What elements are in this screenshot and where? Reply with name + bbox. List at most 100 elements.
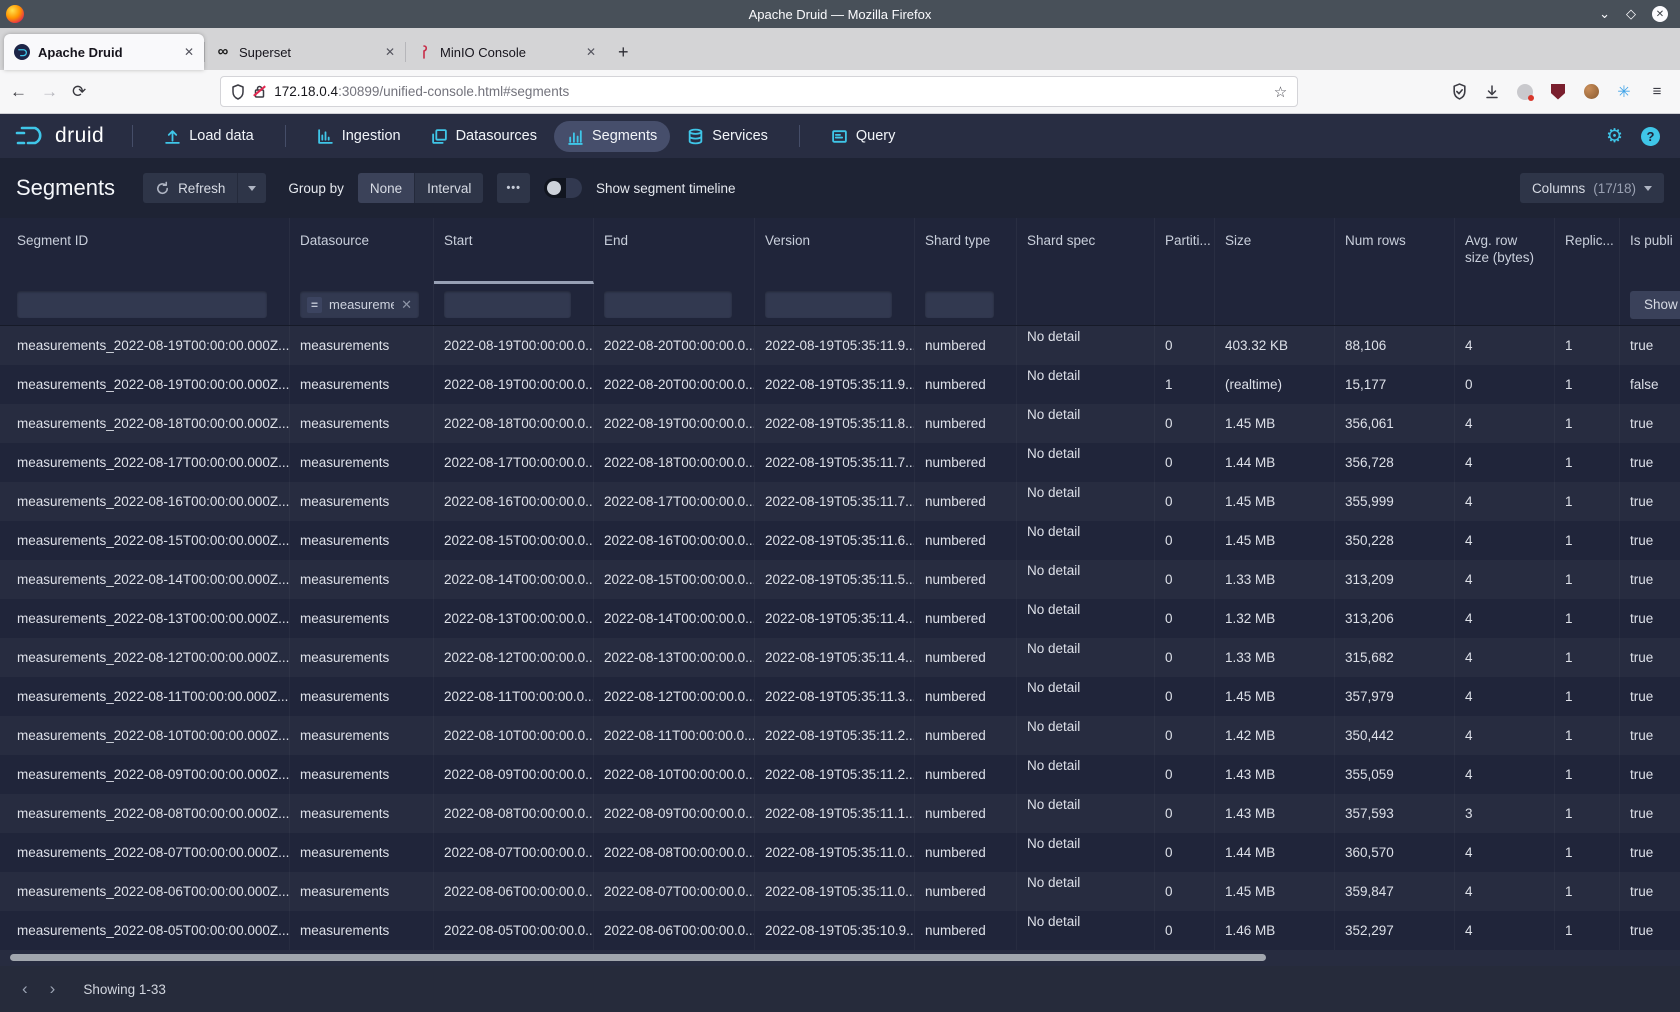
table-row[interactable]: measurements_2022-08-16T00:00:00.000Z...… (0, 482, 1680, 521)
nav-item-segments[interactable]: Segments (554, 121, 670, 152)
clear-filter-icon[interactable]: ✕ (401, 297, 412, 313)
tab-superset[interactable]: ∞ Superset ✕ (205, 34, 405, 70)
table-row[interactable]: measurements_2022-08-17T00:00:00.000Z...… (0, 443, 1680, 482)
cell-datasource[interactable]: measurements (290, 794, 434, 833)
cell-segment-id[interactable]: measurements_2022-08-18T00:00:00.000Z... (0, 404, 290, 443)
cookie-extension-icon[interactable] (1582, 83, 1600, 101)
bookmark-star-icon[interactable]: ☆ (1274, 83, 1287, 101)
tab-close-icon[interactable]: ✕ (385, 45, 395, 59)
cell-datasource[interactable]: measurements (290, 716, 434, 755)
cell-datasource[interactable]: measurements (290, 365, 434, 404)
ublock-icon[interactable] (1549, 83, 1567, 101)
table-row[interactable]: measurements_2022-08-06T00:00:00.000Z...… (0, 872, 1680, 911)
table-row[interactable]: measurements_2022-08-14T00:00:00.000Z...… (0, 560, 1680, 599)
druid-brand[interactable]: druid (14, 124, 104, 148)
table-row[interactable]: measurements_2022-08-10T00:00:00.000Z...… (0, 716, 1680, 755)
tab-close-icon[interactable]: ✕ (184, 45, 194, 59)
tab-minio-console[interactable]: MinIO Console ✕ (406, 34, 606, 70)
table-row[interactable]: measurements_2022-08-12T00:00:00.000Z...… (0, 638, 1680, 677)
table-row[interactable]: measurements_2022-08-05T00:00:00.000Z...… (0, 911, 1680, 950)
nav-item-services[interactable]: Services (674, 121, 781, 152)
columns-button[interactable]: Columns (17/18) (1520, 173, 1664, 203)
group-by-interval-button[interactable]: Interval (414, 173, 483, 203)
table-row[interactable]: measurements_2022-08-15T00:00:00.000Z...… (0, 521, 1680, 560)
table-row[interactable]: measurements_2022-08-08T00:00:00.000Z...… (0, 794, 1680, 833)
cell-datasource[interactable]: measurements (290, 911, 434, 950)
nav-item-ingestion[interactable]: Ingestion (304, 121, 414, 152)
end-filter-input[interactable] (604, 291, 732, 318)
cell-segment-id[interactable]: measurements_2022-08-12T00:00:00.000Z... (0, 638, 290, 677)
cell-datasource[interactable]: measurements (290, 833, 434, 872)
menu-hamburger-icon[interactable]: ≡ (1648, 83, 1666, 101)
cell-segment-id[interactable]: measurements_2022-08-09T00:00:00.000Z... (0, 755, 290, 794)
new-tab-button[interactable]: + (606, 42, 641, 63)
column-header-shard-type[interactable]: Shard type (915, 218, 1017, 284)
horizontal-scrollbar[interactable] (10, 954, 1266, 961)
prev-page-button[interactable]: ‹ (14, 975, 36, 1003)
cell-segment-id[interactable]: measurements_2022-08-08T00:00:00.000Z... (0, 794, 290, 833)
permissions-shield-icon[interactable] (231, 84, 245, 100)
column-header-partition[interactable]: Partiti... (1155, 218, 1215, 284)
tab-close-icon[interactable]: ✕ (586, 45, 596, 59)
version-filter-input[interactable] (765, 291, 892, 318)
cell-datasource[interactable]: measurements (290, 326, 434, 365)
cell-segment-id[interactable]: measurements_2022-08-19T00:00:00.000Z... (0, 365, 290, 404)
cell-segment-id[interactable]: measurements_2022-08-07T00:00:00.000Z... (0, 833, 290, 872)
refresh-caret-button[interactable] (237, 173, 266, 203)
column-header-datasource[interactable]: Datasource (290, 218, 434, 284)
cell-segment-id[interactable]: measurements_2022-08-06T00:00:00.000Z... (0, 872, 290, 911)
nav-item-query[interactable]: Query (818, 121, 909, 152)
table-row[interactable]: measurements_2022-08-07T00:00:00.000Z...… (0, 833, 1680, 872)
window-maximize-button[interactable]: ◇ (1626, 6, 1636, 22)
column-header-start[interactable]: Start (434, 218, 594, 284)
window-minimize-button[interactable]: ⌄ (1599, 6, 1610, 22)
datasource-filter-value[interactable]: measureme (329, 297, 394, 312)
column-header-shard-spec[interactable]: Shard spec (1017, 218, 1155, 284)
extension-account-icon[interactable] (1516, 83, 1534, 101)
cell-datasource[interactable]: measurements (290, 872, 434, 911)
more-options-button[interactable]: ••• (497, 173, 530, 203)
cell-segment-id[interactable]: measurements_2022-08-05T00:00:00.000Z... (0, 911, 290, 950)
nav-item-datasources[interactable]: Datasources (418, 121, 550, 152)
url-text[interactable]: 172.18.0.4:30899/unified-console.html#se… (274, 84, 569, 99)
table-row[interactable]: measurements_2022-08-19T00:00:00.000Z...… (0, 365, 1680, 404)
help-icon[interactable]: ? (1641, 127, 1660, 146)
cell-datasource[interactable]: measurements (290, 638, 434, 677)
reload-button[interactable]: ⟳ (72, 82, 86, 102)
datasource-filter-chip[interactable]: = measureme ✕ (300, 291, 419, 318)
column-header-end[interactable]: End (594, 218, 755, 284)
start-filter-input[interactable] (444, 291, 571, 318)
cell-segment-id[interactable]: measurements_2022-08-11T00:00:00.000Z... (0, 677, 290, 716)
settings-gear-icon[interactable]: ⚙ (1606, 125, 1623, 148)
column-header-size[interactable]: Size (1215, 218, 1335, 284)
column-header-avg-row-size[interactable]: Avg. row size (bytes) (1455, 218, 1555, 284)
cell-datasource[interactable]: measurements (290, 677, 434, 716)
table-row[interactable]: measurements_2022-08-19T00:00:00.000Z...… (0, 326, 1680, 365)
table-row[interactable]: measurements_2022-08-09T00:00:00.000Z...… (0, 755, 1680, 794)
cell-segment-id[interactable]: measurements_2022-08-19T00:00:00.000Z... (0, 326, 290, 365)
column-header-is-published[interactable]: Is publi (1620, 218, 1680, 284)
cell-segment-id[interactable]: measurements_2022-08-13T00:00:00.000Z... (0, 599, 290, 638)
forward-button[interactable]: → (41, 82, 58, 102)
cell-datasource[interactable]: measurements (290, 560, 434, 599)
cell-datasource[interactable]: measurements (290, 404, 434, 443)
refresh-button[interactable]: Refresh (143, 173, 237, 203)
cell-datasource[interactable]: measurements (290, 482, 434, 521)
table-row[interactable]: measurements_2022-08-13T00:00:00.000Z...… (0, 599, 1680, 638)
cell-datasource[interactable]: measurements (290, 755, 434, 794)
cell-segment-id[interactable]: measurements_2022-08-16T00:00:00.000Z... (0, 482, 290, 521)
insecure-lock-icon[interactable] (253, 84, 266, 99)
nav-item-load-data[interactable]: Load data (151, 121, 267, 152)
shard-type-filter-input[interactable] (925, 291, 994, 318)
segment-timeline-toggle[interactable] (544, 178, 582, 198)
is-published-show-filter-button[interactable]: Show (1630, 291, 1680, 319)
window-close-button[interactable]: ✕ (1652, 6, 1668, 22)
cell-datasource[interactable]: measurements (290, 599, 434, 638)
group-by-none-button[interactable]: None (358, 173, 414, 203)
cell-segment-id[interactable]: measurements_2022-08-14T00:00:00.000Z... (0, 560, 290, 599)
cell-datasource[interactable]: measurements (290, 521, 434, 560)
column-header-version[interactable]: Version (755, 218, 915, 284)
cell-datasource[interactable]: measurements (290, 443, 434, 482)
cell-segment-id[interactable]: measurements_2022-08-15T00:00:00.000Z... (0, 521, 290, 560)
table-row[interactable]: measurements_2022-08-18T00:00:00.000Z...… (0, 404, 1680, 443)
